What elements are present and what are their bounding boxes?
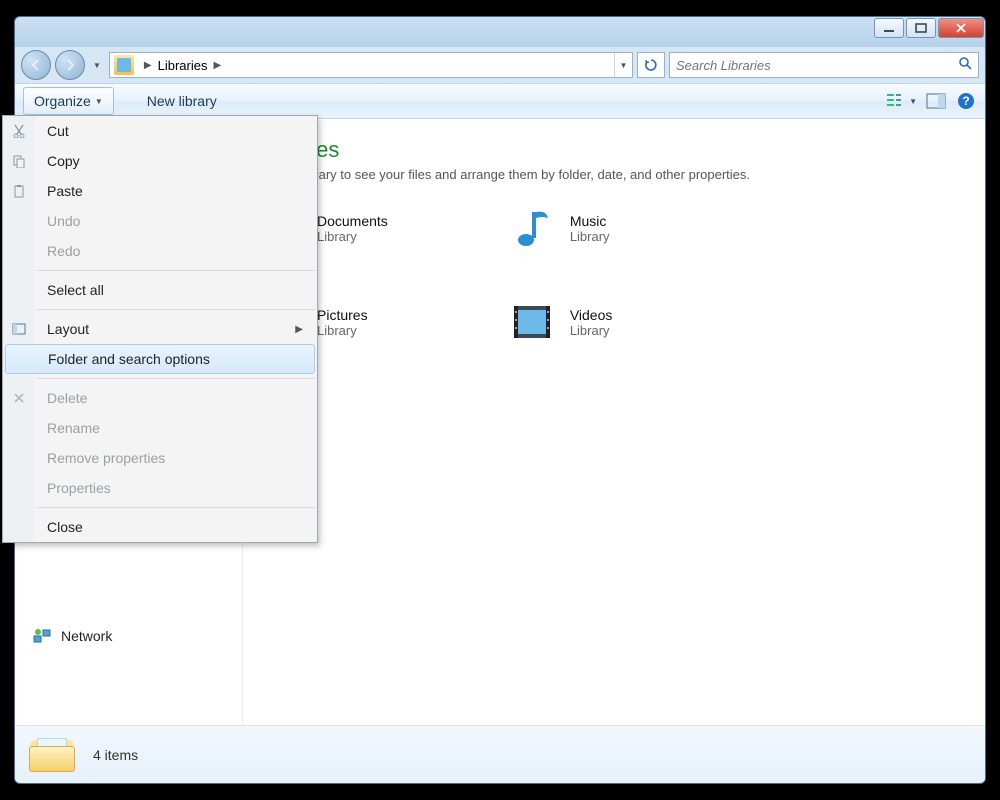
sidebar-item-network[interactable]: Network <box>15 619 242 653</box>
library-name: Music <box>570 213 610 229</box>
new-library-button[interactable]: New library <box>136 87 228 115</box>
menu-undo[interactable]: Undo <box>14 206 317 236</box>
forward-button[interactable] <box>55 50 85 80</box>
menu-separator <box>37 507 315 508</box>
library-name: Videos <box>570 307 613 323</box>
navbar: ▼ ▶ Libraries ▶ ▼ <box>15 47 985 83</box>
menu-layout[interactable]: Layout ▶ <box>14 314 317 344</box>
view-options-button[interactable] <box>885 90 907 112</box>
network-icon <box>33 627 51 645</box>
menu-copy[interactable]: Copy <box>14 146 317 176</box>
address-dropdown[interactable]: ▼ <box>614 53 632 77</box>
menu-label: Redo <box>47 243 80 259</box>
menu-label: Rename <box>47 420 100 436</box>
refresh-button[interactable] <box>637 52 665 78</box>
organize-label: Organize <box>34 93 91 109</box>
menu-properties[interactable]: Properties <box>14 473 317 503</box>
new-library-label: New library <box>147 93 217 109</box>
status-bar: 4 items <box>15 725 985 783</box>
music-icon <box>508 204 556 252</box>
library-videos[interactable]: Videos Library <box>508 298 613 346</box>
library-name: Pictures <box>317 307 368 323</box>
libraries-icon <box>114 55 134 75</box>
explorer-window: ▼ ▶ Libraries ▶ ▼ Organize ▼ <box>14 16 986 784</box>
search-icon[interactable] <box>958 56 972 75</box>
menu-label: Remove properties <box>47 450 165 466</box>
content-area: Libraries Open a library to see your fil… <box>243 119 985 725</box>
library-type: Library <box>317 229 388 244</box>
delete-icon <box>14 388 29 408</box>
address-bar[interactable]: ▶ Libraries ▶ ▼ <box>109 52 633 78</box>
menu-label: Properties <box>47 480 111 496</box>
breadcrumb-separator-icon[interactable]: ▶ <box>207 60 227 71</box>
cut-icon <box>14 121 29 141</box>
close-button[interactable] <box>938 18 984 38</box>
menu-label: Layout <box>47 321 89 337</box>
arrow-left-icon <box>29 58 43 72</box>
menu-label: Paste <box>47 183 83 199</box>
preview-pane-button[interactable] <box>925 90 947 112</box>
menu-cut[interactable]: Cut <box>14 116 317 146</box>
menu-folder-options[interactable]: Folder and search options <box>14 344 315 374</box>
menu-label: Folder and search options <box>48 351 210 367</box>
breadcrumb-location[interactable]: Libraries <box>158 58 208 73</box>
menu-remove-properties[interactable]: Remove properties <box>14 443 317 473</box>
refresh-icon <box>644 58 658 72</box>
back-button[interactable] <box>21 50 51 80</box>
search-box[interactable] <box>669 52 979 78</box>
menu-label: Select all <box>47 282 104 298</box>
titlebar <box>15 17 985 47</box>
menu-label: Cut <box>47 123 69 139</box>
menu-rename[interactable]: Rename <box>14 413 317 443</box>
copy-icon <box>14 151 29 171</box>
menu-separator <box>37 378 315 379</box>
videos-icon <box>508 298 556 346</box>
organize-button[interactable]: Organize ▼ <box>23 87 114 115</box>
chevron-down-icon[interactable]: ▼ <box>909 97 917 106</box>
arrow-right-icon <box>63 58 77 72</box>
menu-label: Undo <box>47 213 80 229</box>
menu-close[interactable]: Close <box>14 512 317 542</box>
menu-separator <box>37 309 315 310</box>
menu-label: Close <box>47 519 83 535</box>
menu-separator <box>37 270 315 271</box>
menu-select-all[interactable]: Select all <box>14 275 317 305</box>
chevron-down-icon: ▼ <box>95 97 103 106</box>
page-subtitle: Open a library to see your files and arr… <box>255 167 973 182</box>
menu-delete[interactable]: Delete <box>14 383 317 413</box>
libraries-icon <box>29 734 75 776</box>
menu-label: Delete <box>47 390 87 406</box>
page-title: Libraries <box>255 137 973 163</box>
toolbar: Organize ▼ New library ▼ ? <box>15 83 985 119</box>
sidebar-item-label: Network <box>61 628 112 644</box>
library-type: Library <box>317 323 368 338</box>
search-input[interactable] <box>676 58 958 73</box>
library-type: Library <box>570 323 613 338</box>
menu-label: Copy <box>47 153 80 169</box>
nav-history-dropdown[interactable]: ▼ <box>89 61 105 70</box>
svg-text:?: ? <box>962 94 969 108</box>
maximize-button[interactable] <box>906 18 936 38</box>
minimize-button[interactable] <box>874 18 904 38</box>
menu-redo[interactable]: Redo <box>14 236 317 266</box>
submenu-arrow-icon: ▶ <box>295 324 303 335</box>
breadcrumb-separator-icon: ▶ <box>138 60 158 71</box>
paste-icon <box>14 181 29 201</box>
library-type: Library <box>570 229 610 244</box>
layout-icon <box>14 319 29 339</box>
help-button[interactable]: ? <box>955 90 977 112</box>
library-name: Documents <box>317 213 388 229</box>
organize-menu: Cut Copy Paste Undo Redo Select all Layo… <box>14 115 318 543</box>
library-music[interactable]: Music Library <box>508 204 613 252</box>
status-text: 4 items <box>93 747 138 763</box>
menu-paste[interactable]: Paste <box>14 176 317 206</box>
